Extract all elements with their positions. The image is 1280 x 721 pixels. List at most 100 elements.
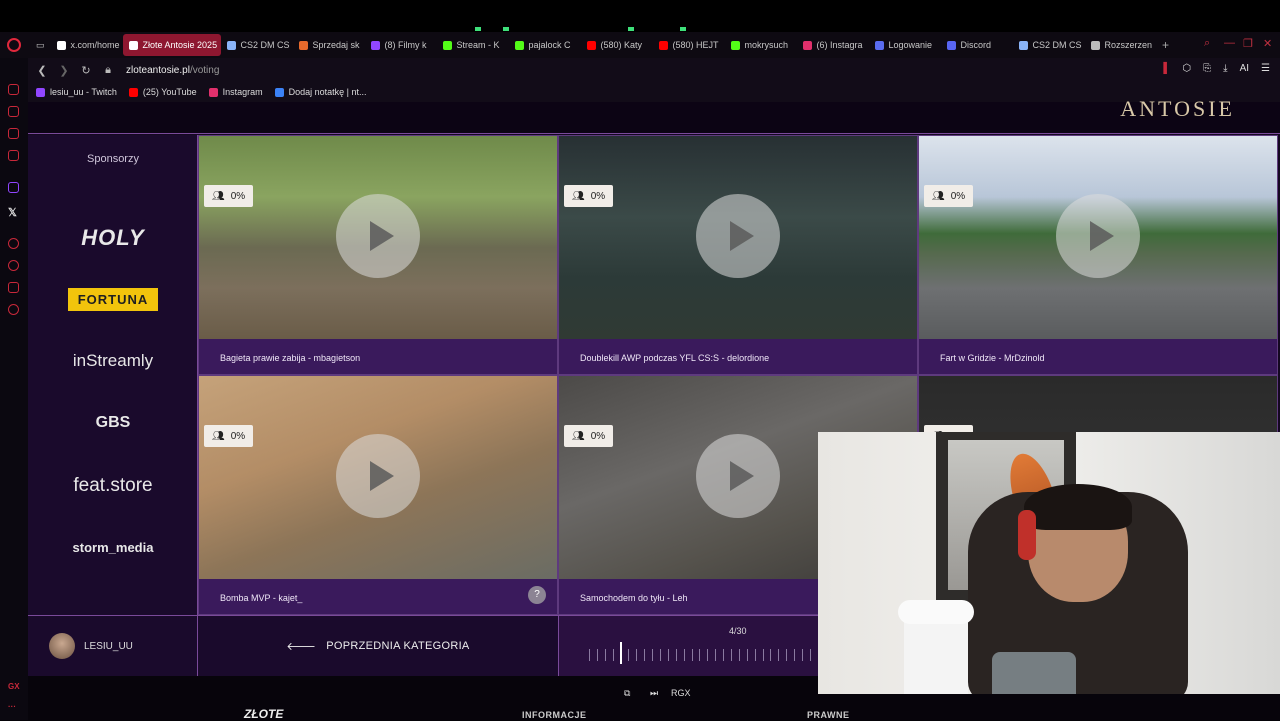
browser-tab[interactable]: (580) Katy [581, 34, 653, 56]
help-button[interactable]: ? [528, 586, 546, 604]
browser-tab[interactable]: (6) Instagra [797, 34, 869, 56]
sponsor-logo-featstore[interactable]: feat.store [28, 475, 198, 497]
pip-icon[interactable]: ⧉ [624, 688, 630, 699]
menu-icon[interactable]: ☰ [1261, 63, 1270, 74]
browser-tab[interactable]: Stream - K [437, 34, 509, 56]
tab-favicon-icon [874, 40, 884, 50]
minimize-icon[interactable]: — [1224, 37, 1235, 49]
url-field[interactable]: zloteantosie.pl/voting [126, 65, 219, 76]
browser-tab[interactable]: x.com/home [51, 34, 123, 56]
sponsor-logo-stormmedia[interactable]: storm_media [28, 540, 198, 555]
rgx-button[interactable]: RGX [671, 688, 691, 698]
progress-ticks [589, 649, 819, 661]
progress-tick [715, 649, 717, 661]
browser-tab[interactable]: CS2 DM CS [221, 34, 293, 56]
ai-button[interactable]: AI [1240, 63, 1249, 74]
vote-percent-badge: 👥︎ 0% [564, 185, 614, 207]
clock-icon[interactable] [8, 260, 19, 271]
extensions-icon[interactable]: ⬡ [1182, 63, 1191, 74]
bookmark-item[interactable]: Dodaj notatkę | nt... [274, 87, 367, 97]
sponsor-logo-fortuna[interactable]: FORTUNA [28, 288, 198, 311]
pinboard-icon[interactable] [8, 282, 19, 293]
browser-tab[interactable]: (8) Filmy k [365, 34, 437, 56]
twitch-icon[interactable] [8, 182, 19, 193]
opera-logo-icon[interactable] [7, 38, 21, 52]
new-tab-button[interactable]: + [1157, 38, 1175, 52]
gx-corner-icon[interactable] [8, 106, 19, 117]
bookmark-item[interactable]: Instagram [208, 87, 263, 97]
download-icon[interactable]: ⤓ [1223, 63, 1227, 74]
footer-prawne[interactable]: PRAWNE [807, 710, 850, 720]
page-header: ANTOSIE [28, 96, 1280, 134]
skip-icon[interactable]: ⏭︎ [650, 688, 658, 699]
progress-tick [589, 649, 590, 661]
clip-card[interactable]: 👥︎ 0% Fart w Gridzie - MrDzinold [918, 135, 1278, 375]
play-icon[interactable] [696, 434, 780, 518]
progress-tick [596, 649, 598, 661]
footer-logo: ZŁOTE [244, 707, 284, 721]
deco-mark [503, 27, 509, 31]
close-window-icon[interactable]: ✕ [1263, 37, 1272, 50]
clip-card[interactable]: 👥︎ 0% Doublekill AWP podczas YFL CS:S - d… [558, 135, 918, 375]
browser-tab[interactable]: Discord [941, 34, 1013, 56]
maximize-icon[interactable]: ❐ [1243, 37, 1253, 50]
browser-tab[interactable]: (580) HEJT [653, 34, 725, 56]
user-name: LESIU_UU [84, 640, 133, 652]
progress-tick [667, 649, 669, 661]
browser-tab[interactable]: pajalock C [509, 34, 581, 56]
tab-label: (580) HEJT [672, 40, 719, 50]
vote-percent-badge: 👥︎ 0% [924, 185, 974, 207]
vote-percent-badge: 👥︎ 0% [204, 425, 254, 447]
snapshot-icon[interactable]: ⎘ [1203, 63, 1211, 74]
deco-mark [680, 27, 686, 31]
browser-tab[interactable]: mokrysuch [725, 34, 797, 56]
play-icon[interactable] [336, 434, 420, 518]
bookmark-item[interactable]: (25) YouTube [128, 87, 197, 97]
x-icon[interactable]: 𝕏 [8, 206, 17, 219]
lock-icon: 🔒︎ [105, 63, 111, 76]
history-icon[interactable] [8, 238, 19, 249]
clip-card[interactable]: 👥︎ 0% Bagieta prawie zabija - mbagietson [198, 135, 558, 375]
footer-informacje[interactable]: INFORMACJE [522, 710, 587, 720]
search-tabs-icon[interactable]: ⌕ [1204, 37, 1210, 50]
forward-icon[interactable]: ❯ [56, 64, 72, 77]
browser-tab[interactable]: Logowanie [869, 34, 941, 56]
previous-category-button[interactable]: 🡐 POPRZEDNIA KATEGORIA [198, 616, 559, 676]
arrow-left-icon: 🡐 [286, 641, 317, 653]
bookmark-item[interactable]: lesiu_uu - Twitch [36, 87, 117, 97]
browser-tab[interactable]: Sprzedaj sk [293, 34, 365, 56]
back-icon[interactable]: ❮ [34, 64, 50, 77]
sponsor-logo-gbs[interactable]: GBS [28, 414, 198, 432]
player-icon[interactable] [8, 150, 19, 161]
browser-tab[interactable]: CS2 DM CS [1013, 34, 1085, 56]
bookmark-favicon-icon [274, 87, 284, 97]
sponsor-logo-holy[interactable]: HOLY [28, 225, 198, 251]
tab-workspaces[interactable]: ▭ [30, 34, 51, 56]
more-icon[interactable]: ··· [8, 702, 16, 711]
sponsor-logo-instreamly[interactable]: inStreamly [28, 351, 198, 371]
user-profile[interactable]: LESIU_UU [28, 616, 198, 676]
bookmark-flag-icon[interactable]: ▌ [1163, 63, 1170, 74]
browser-tab[interactable]: Rozszerzen [1085, 34, 1157, 56]
tab-label: (580) Katy [600, 40, 643, 50]
users-icon: 👥︎ [212, 190, 225, 202]
progress-tick [675, 649, 677, 661]
clip-card[interactable]: 👥︎ 0% Bomba MVP - kajet_ ? [198, 375, 558, 615]
play-icon[interactable] [1056, 194, 1140, 278]
progress-marker[interactable] [619, 642, 622, 664]
reload-icon[interactable]: ↻ [78, 64, 94, 77]
fortuna-wordmark: FORTUNA [67, 288, 159, 311]
settings-gear-icon[interactable] [8, 304, 19, 315]
bookmark-label: Instagram [222, 87, 263, 97]
play-icon[interactable] [696, 194, 780, 278]
tab-favicon-icon [56, 40, 66, 50]
gx-control-icon[interactable] [8, 84, 19, 95]
tab-favicon-icon [370, 40, 380, 50]
vote-percent: 0% [590, 190, 606, 202]
messenger-icon[interactable] [8, 128, 19, 139]
progress-tick [770, 649, 772, 661]
url-host: zloteantosie.pl [126, 64, 190, 76]
bookmark-label: Dodaj notatkę | nt... [288, 87, 367, 97]
browser-tab[interactable]: Złote Antosie 2025 [122, 34, 221, 56]
play-icon[interactable] [336, 194, 420, 278]
